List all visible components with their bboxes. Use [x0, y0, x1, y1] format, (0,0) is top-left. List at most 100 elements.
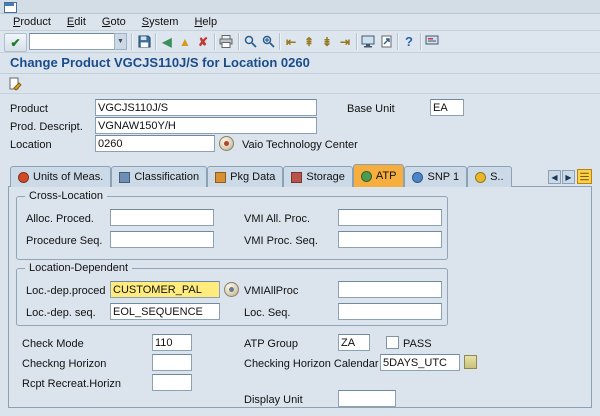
procedure-seq-field[interactable] — [110, 231, 214, 248]
base-unit-label: Base Unit — [347, 101, 395, 117]
previous-page-button[interactable]: ⇞ — [300, 33, 318, 50]
enter-button[interactable]: ✔ — [4, 33, 27, 52]
toolbar-separator — [238, 33, 240, 50]
next-page-button[interactable]: ⇟ — [318, 33, 336, 50]
loc-seq-label: Loc. Seq. — [244, 305, 290, 321]
toolbar-separator — [356, 33, 358, 50]
location-label: Location — [10, 137, 52, 153]
product-field[interactable] — [95, 99, 317, 116]
vmi-proc-seq-field[interactable] — [338, 231, 442, 248]
toolbar-separator — [397, 33, 399, 50]
atp-group-label: ATP Group — [244, 336, 298, 352]
tab-pkg-data[interactable]: Pkg Data — [207, 166, 283, 187]
value-help-icon[interactable] — [224, 282, 239, 297]
menu-system[interactable]: System — [134, 15, 187, 30]
tab-s[interactable]: S.. — [467, 166, 511, 187]
find-button[interactable] — [241, 33, 259, 50]
atp-icon — [361, 171, 372, 182]
save-button[interactable] — [135, 33, 153, 50]
location-dependent-groupbox: Location-Dependent Loc.-dep.proced VMIAl… — [16, 268, 448, 326]
prod-descript-field[interactable] — [95, 117, 317, 134]
vmi-allproc-label: VMIAllProc — [244, 283, 298, 299]
tab-overview-button[interactable] — [577, 169, 592, 184]
pkg-data-icon — [215, 172, 226, 183]
first-page-button[interactable]: ⇤ — [282, 33, 300, 50]
help-button[interactable]: ? — [400, 33, 418, 50]
pass-label: PASS — [403, 336, 432, 352]
tab-scroll-right-button[interactable]: ▶ — [562, 170, 575, 184]
tab-label: ATP — [376, 170, 397, 182]
storage-icon — [291, 172, 302, 183]
display-unit-field[interactable] — [338, 390, 396, 407]
snp-1-icon — [412, 172, 423, 183]
find-next-button[interactable] — [259, 33, 277, 50]
alloc-proced-field[interactable] — [110, 209, 214, 226]
loc-seq-field[interactable] — [338, 303, 442, 320]
tab-list-icon — [577, 169, 592, 184]
tab-atp[interactable]: ATP — [353, 164, 405, 187]
loc-dep-seq-field[interactable] — [110, 303, 220, 320]
rcpt-recreat-horizn-label: Rcpt Recreat.Horizn — [22, 376, 121, 392]
tab-label: Classification — [134, 171, 199, 183]
tab-storage[interactable]: Storage — [283, 166, 353, 187]
tab-scroll-left-button[interactable]: ◀ — [548, 170, 561, 184]
tab-units-of-meas[interactable]: Units of Meas. — [10, 166, 111, 187]
menu-product[interactable]: Product — [5, 15, 59, 30]
new-session-button[interactable] — [359, 33, 377, 50]
exit-button[interactable]: ▲ — [176, 33, 194, 50]
vmi-allproc-field[interactable] — [338, 281, 442, 298]
save-icon — [138, 35, 151, 48]
pass-checkbox[interactable] — [386, 336, 399, 349]
base-unit-field[interactable] — [430, 99, 464, 116]
display-change-button[interactable] — [5, 75, 25, 92]
loc-dep-seq-label: Loc.-dep. seq. — [26, 305, 96, 321]
command-field[interactable] — [29, 33, 115, 50]
title-strip: Change Product VGCJS110J/S for Location … — [0, 53, 600, 74]
check-mode-field[interactable] — [152, 334, 192, 351]
menu-goto[interactable]: Goto — [94, 15, 134, 30]
alloc-proced-label: Alloc. Proced. — [26, 211, 94, 227]
shortcut-icon — [380, 35, 393, 48]
vmi-proc-seq-label: VMI Proc. Seq. — [244, 233, 318, 249]
print-button[interactable] — [217, 33, 235, 50]
page-down-icon: ⇟ — [322, 35, 332, 49]
command-history-button[interactable]: ▼ — [114, 33, 127, 50]
printer-icon — [219, 35, 233, 48]
checkng-horizon-field[interactable] — [152, 354, 192, 371]
last-page-button[interactable]: ⇥ — [336, 33, 354, 50]
first-page-icon: ⇤ — [286, 35, 296, 49]
location-info-icon[interactable] — [219, 136, 234, 151]
tab-classification[interactable]: Classification — [111, 166, 207, 187]
menu-help[interactable]: Help — [186, 15, 225, 30]
tab-label: S.. — [490, 171, 503, 183]
customize-layout-button[interactable] — [423, 33, 441, 50]
rcpt-recreat-horizn-field[interactable] — [152, 374, 192, 391]
product-label: Product — [10, 101, 48, 117]
create-shortcut-button[interactable] — [377, 33, 395, 50]
back-button[interactable]: ◀ — [158, 33, 176, 50]
cancel-button[interactable]: ✘ — [194, 33, 212, 50]
location-field[interactable] — [95, 135, 215, 152]
checking-horizon-calendar-field[interactable] — [380, 354, 460, 371]
chevron-left-icon: ◀ — [551, 173, 557, 182]
loc-dep-proced-field[interactable] — [110, 281, 220, 298]
page-title: Change Product VGCJS110J/S for Location … — [10, 55, 310, 70]
toolbar-separator — [131, 33, 133, 50]
window-menu-icon[interactable] — [4, 2, 17, 13]
search-icon — [244, 35, 257, 48]
new-session-icon — [361, 35, 375, 48]
search-next-icon — [262, 35, 275, 48]
vmi-all-proc-field[interactable] — [338, 209, 442, 226]
enter-check-icon: ✔ — [10, 36, 20, 50]
titlebar — [0, 0, 600, 14]
tab-snp-1[interactable]: SNP 1 — [404, 166, 467, 187]
menu-edit[interactable]: Edit — [59, 15, 94, 30]
page-up-icon: ⇞ — [304, 35, 314, 49]
atp-group-field[interactable] — [338, 334, 370, 351]
cross-location-group-title: Cross-Location — [25, 189, 107, 203]
units-of-meas-icon — [18, 172, 29, 183]
calendar-picker-button[interactable] — [464, 355, 477, 369]
checking-horizon-calendar-label: Checking Horizon Calendar — [244, 356, 379, 372]
atp-tab-panel: Cross-Location Alloc. Proced. VMI All. P… — [8, 186, 592, 408]
chevron-down-icon: ▼ — [117, 38, 124, 45]
